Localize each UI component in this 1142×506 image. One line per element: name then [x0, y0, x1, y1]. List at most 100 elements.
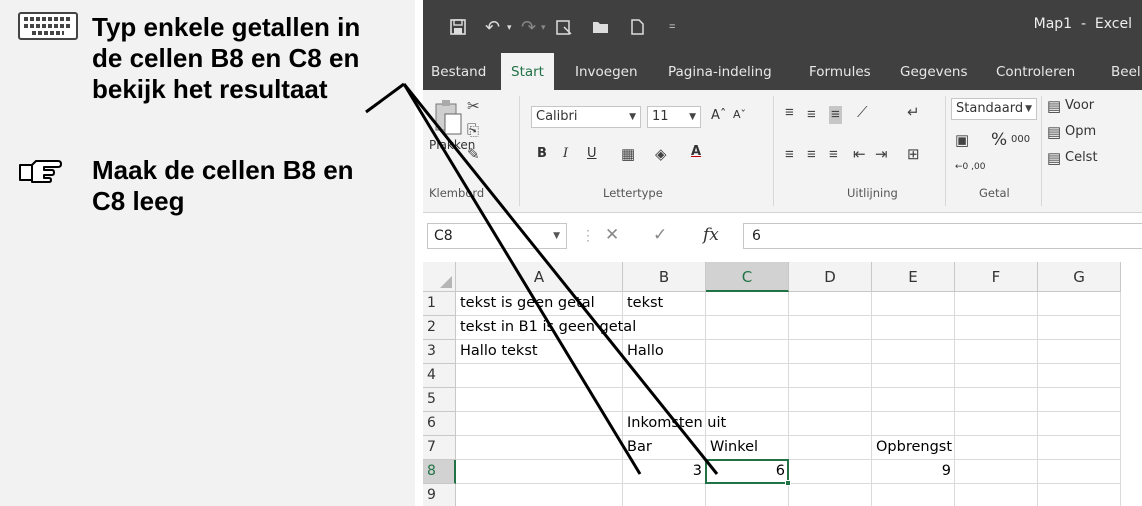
cell-c3[interactable]: [706, 340, 789, 364]
formula-input[interactable]: 6: [743, 223, 1142, 249]
undo-icon[interactable]: ↶: [485, 15, 500, 39]
tab-controleren[interactable]: Controleren: [996, 53, 1075, 90]
align-center-icon[interactable]: ≡: [807, 146, 816, 164]
cell-f2[interactable]: [955, 316, 1038, 340]
conditional-format-icon[interactable]: ▤: [1047, 98, 1061, 116]
cell-d8[interactable]: [789, 460, 872, 484]
cell-e6[interactable]: [872, 412, 955, 436]
cell-g5[interactable]: [1038, 388, 1121, 412]
tab-beeld[interactable]: Beel: [1111, 53, 1141, 90]
cell-a5[interactable]: [456, 388, 623, 412]
merge-center-icon[interactable]: ⊞: [907, 146, 920, 164]
align-right-icon[interactable]: ≡: [829, 146, 838, 164]
fill-color-icon[interactable]: ◈: [655, 146, 667, 164]
cell-g4[interactable]: [1038, 364, 1121, 388]
tab-invoegen[interactable]: Invoegen: [575, 53, 638, 90]
column-header-g[interactable]: G: [1038, 262, 1121, 292]
cell-b5[interactable]: [623, 388, 706, 412]
cell-c1[interactable]: [706, 292, 789, 316]
row-header-9[interactable]: 9: [423, 484, 456, 506]
column-header-f[interactable]: F: [955, 262, 1038, 292]
cell-d6[interactable]: [789, 412, 872, 436]
increase-indent-icon[interactable]: ⇥: [875, 146, 888, 164]
row-header-5[interactable]: 5: [423, 388, 456, 412]
cancel-icon[interactable]: ✕: [605, 223, 619, 249]
cell-f8[interactable]: [955, 460, 1038, 484]
save-icon[interactable]: [449, 15, 467, 39]
paste-icon[interactable]: [433, 98, 463, 141]
row-header-2[interactable]: 2: [423, 316, 456, 340]
currency-icon[interactable]: ▣: [955, 132, 969, 150]
tab-pagina-indeling[interactable]: Pagina-indeling: [668, 53, 772, 90]
orientation-icon[interactable]: ⟋: [857, 104, 868, 122]
cell-d1[interactable]: [789, 292, 872, 316]
increase-decimal-icon[interactable]: ←0 ,00: [955, 162, 985, 172]
font-size-combo[interactable]: 11 ▼: [647, 106, 701, 128]
cell-d3[interactable]: [789, 340, 872, 364]
wrap-text-icon[interactable]: ↵: [907, 104, 920, 122]
cell-f5[interactable]: [955, 388, 1038, 412]
italic-button[interactable]: I: [563, 146, 568, 161]
cell-a7[interactable]: [456, 436, 623, 460]
cell-e9[interactable]: [872, 484, 955, 506]
font-name-combo[interactable]: Calibri ▼: [531, 106, 641, 128]
row-header-1[interactable]: 1: [423, 292, 456, 316]
copy-icon[interactable]: ⎘: [467, 122, 479, 140]
tab-bestand[interactable]: Bestand: [431, 53, 486, 90]
thousands-button[interactable]: 000: [1011, 134, 1030, 145]
row-header-6[interactable]: 6: [423, 412, 456, 436]
print-preview-icon[interactable]: [555, 15, 573, 39]
cell-g3[interactable]: [1038, 340, 1121, 364]
cell-f4[interactable]: [955, 364, 1038, 388]
percent-button[interactable]: %: [991, 130, 1007, 150]
cell-c5[interactable]: [706, 388, 789, 412]
cell-c2[interactable]: [706, 316, 789, 340]
cell-styles-icon[interactable]: ▤: [1047, 150, 1061, 168]
insert-function-icon[interactable]: fx: [703, 223, 719, 249]
cell-g2[interactable]: [1038, 316, 1121, 340]
cell-g9[interactable]: [1038, 484, 1121, 506]
cell-d7[interactable]: [789, 436, 872, 460]
cell-f1[interactable]: [955, 292, 1038, 316]
undo-dropdown-icon[interactable]: ▾: [507, 15, 512, 39]
cell-a8[interactable]: [456, 460, 623, 484]
enter-icon[interactable]: ✓: [653, 223, 667, 249]
number-format-combo[interactable]: Standaard ▼: [951, 98, 1037, 120]
cell-f6[interactable]: [955, 412, 1038, 436]
tab-start[interactable]: Start: [501, 53, 554, 90]
cell-d5[interactable]: [789, 388, 872, 412]
fill-handle[interactable]: [785, 480, 791, 486]
cell-e2[interactable]: [872, 316, 955, 340]
style-opmaken-tabel[interactable]: Opm: [1065, 124, 1096, 139]
row-header-4[interactable]: 4: [423, 364, 456, 388]
align-bottom-icon[interactable]: ≡: [829, 106, 842, 124]
cell-f7[interactable]: [955, 436, 1038, 460]
cell-e3[interactable]: [872, 340, 955, 364]
cell-d9[interactable]: [789, 484, 872, 506]
row-header-8[interactable]: 8: [423, 460, 456, 484]
decrease-font-icon[interactable]: Aˇ: [733, 108, 746, 121]
column-header-d[interactable]: D: [789, 262, 872, 292]
cell-d4[interactable]: [789, 364, 872, 388]
tab-formules[interactable]: Formules: [809, 53, 871, 90]
cell-f9[interactable]: [955, 484, 1038, 506]
select-all-corner[interactable]: [423, 262, 456, 292]
align-top-icon[interactable]: ≡: [785, 104, 794, 122]
format-painter-icon[interactable]: ✎: [467, 146, 480, 164]
cell-e5[interactable]: [872, 388, 955, 412]
cut-icon[interactable]: ✂: [467, 98, 480, 116]
underline-button[interactable]: U: [587, 146, 597, 161]
decrease-indent-icon[interactable]: ⇤: [853, 146, 866, 164]
column-header-a[interactable]: A: [456, 262, 623, 292]
cell-a4[interactable]: [456, 364, 623, 388]
cell-c4[interactable]: [706, 364, 789, 388]
bold-button[interactable]: B: [537, 146, 547, 161]
cell-g1[interactable]: [1038, 292, 1121, 316]
column-header-b[interactable]: B: [623, 262, 706, 292]
row-header-7[interactable]: 7: [423, 436, 456, 460]
cell-g8[interactable]: [1038, 460, 1121, 484]
align-middle-icon[interactable]: ≡: [807, 106, 816, 124]
redo-icon[interactable]: ↷: [521, 15, 536, 39]
cell-e1[interactable]: [872, 292, 955, 316]
font-color-button[interactable]: A: [691, 144, 701, 159]
